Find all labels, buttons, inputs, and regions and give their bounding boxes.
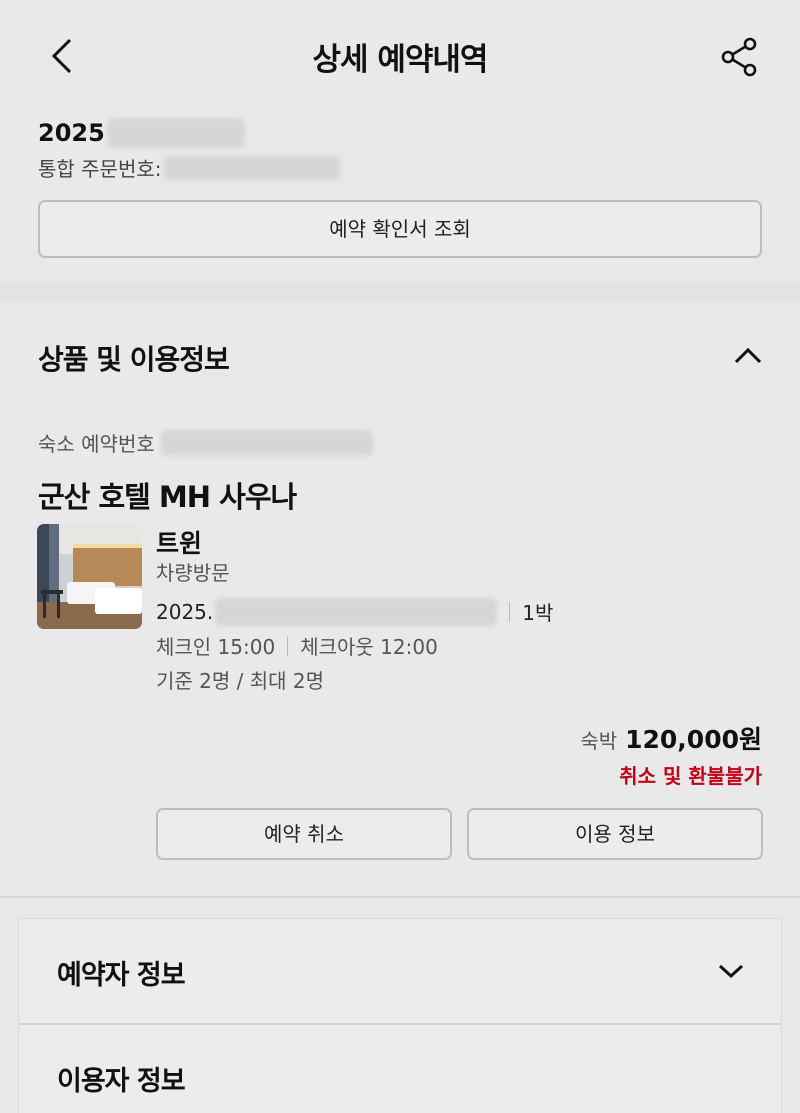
section-gap: [0, 281, 800, 303]
order-date: 2025: [38, 118, 245, 148]
redacted-stay-dates: [215, 597, 498, 626]
checkout-time: 체크아웃 12:00: [300, 635, 438, 659]
room-photo: [37, 524, 142, 629]
order-number: 통합 주문번호:: [38, 153, 340, 182]
refund-policy: 취소 및 환불불가: [619, 764, 762, 788]
product-section-toggle[interactable]: [728, 336, 768, 376]
price-row: 숙박 120,000원: [580, 720, 762, 756]
stay-number-label: 숙소 예약번호: [38, 432, 155, 456]
view-confirmation-button[interactable]: 예약 확인서 조회: [38, 200, 762, 258]
price-value: 120,000원: [625, 725, 762, 754]
product-section-title: 상품 및 이용정보: [38, 343, 230, 376]
user-info-panel[interactable]: 이용자 정보: [18, 1023, 782, 1113]
room-type: 트윈: [156, 529, 203, 558]
order-date-text: 2025: [38, 119, 105, 147]
chevron-up-icon: [734, 347, 762, 364]
share-button[interactable]: [714, 32, 764, 82]
visit-method: 차량방문: [156, 561, 230, 585]
checkin-checkout: 체크인 15:00 체크아웃 12:00: [156, 631, 438, 660]
stay-reservation-number: 숙소 예약번호: [38, 428, 373, 457]
stay-dates: 2025. 1박: [156, 597, 553, 626]
app-header: 상세 예약내역: [0, 0, 800, 112]
room-capacity: 기준 2명 / 최대 2명: [156, 669, 325, 693]
usage-info-button[interactable]: 이용 정보: [467, 808, 763, 860]
stay-date-text: 2025.: [156, 599, 214, 624]
order-number-label: 통합 주문번호:: [38, 157, 162, 181]
redacted-order-number: [163, 155, 340, 180]
booker-info-title: 예약자 정보: [57, 960, 186, 991]
price-label: 숙박: [580, 729, 618, 753]
divider: [287, 635, 289, 656]
chevron-down-icon: [718, 964, 744, 979]
section-divider: [0, 896, 800, 898]
redacted-date: [106, 118, 245, 148]
user-info-title: 이용자 정보: [57, 1066, 186, 1097]
checkin-time: 체크인 15:00: [156, 635, 276, 659]
room-thumbnail[interactable]: [37, 524, 142, 629]
divider: [509, 601, 511, 622]
share-icon: [721, 37, 757, 77]
nights: 1박: [522, 601, 554, 625]
booker-info-toggle[interactable]: [711, 951, 751, 991]
cancel-reservation-button[interactable]: 예약 취소: [156, 808, 452, 860]
page-title: 상세 예약내역: [312, 42, 489, 78]
booker-info-panel[interactable]: 예약자 정보: [18, 918, 782, 1024]
hotel-name: 군산 호텔 MH 사우나: [38, 480, 297, 514]
redacted-stay-number: [160, 429, 373, 456]
